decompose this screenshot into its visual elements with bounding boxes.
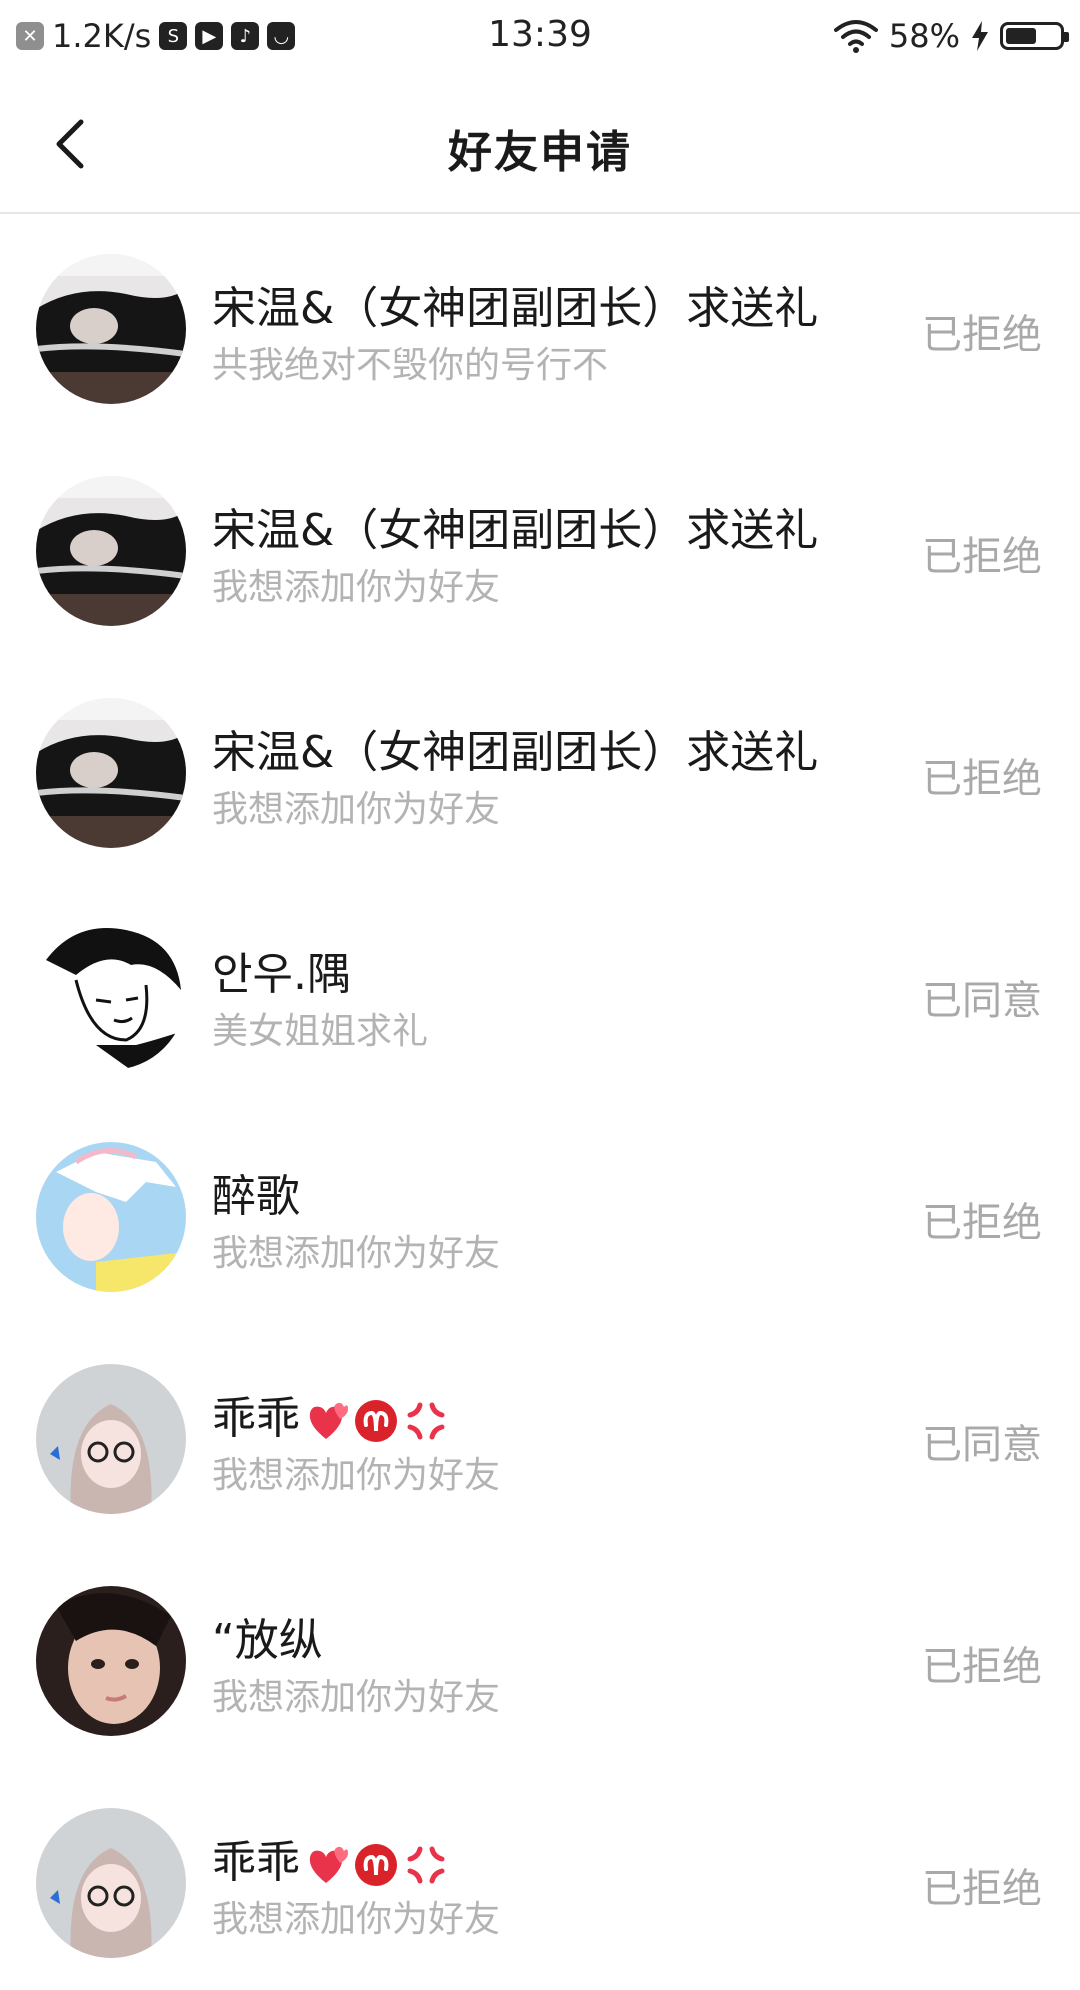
avatar[interactable]: [36, 698, 186, 848]
request-name-text: 乖乖: [212, 1393, 300, 1444]
request-status: 已拒绝: [922, 534, 1042, 580]
request-name: 안우.隅: [212, 949, 351, 1000]
avatar[interactable]: [36, 1142, 186, 1292]
avatar-image: [36, 698, 186, 848]
request-name: 乖乖: [212, 1382, 448, 1446]
request-status: 已拒绝: [922, 756, 1042, 802]
request-message: 共我绝对不毁你的号行不: [212, 345, 609, 386]
list-item[interactable]: 宋温&（女神团副团长）求送礼 共我绝对不毁你的号行不 已拒绝: [0, 214, 1080, 436]
request-name: 宋温&（女神团副团长）求送礼: [212, 283, 819, 334]
request-status: 已同意: [922, 1422, 1042, 1468]
avatar[interactable]: [36, 1808, 186, 1958]
request-message: 我想添加你为好友: [212, 1899, 501, 1940]
list-item[interactable]: 안우.隅 美女姐姐求礼 已同意: [0, 880, 1080, 1102]
name-emojis: [304, 1843, 448, 1887]
list-item[interactable]: 醉歌 我想添加你为好友 已拒绝: [0, 1102, 1080, 1324]
avatar[interactable]: [36, 476, 186, 626]
request-message: 美女姐姐求礼: [212, 1011, 429, 1052]
page-title: 好友申请: [448, 127, 632, 178]
avatar-image: [36, 1586, 186, 1736]
request-message: 我想添加你为好友: [212, 567, 501, 608]
request-message: 我想添加你为好友: [212, 789, 501, 830]
battery-level: [1006, 28, 1036, 44]
aries-icon: [355, 1844, 397, 1886]
battery-percent: 58%: [888, 17, 960, 55]
list-item[interactable]: 乖乖 我想添加你为好友 已拒绝: [0, 1768, 1080, 1990]
battery-icon: [1000, 22, 1069, 50]
request-status: 已同意: [922, 978, 1042, 1024]
request-name: 醉歌: [212, 1171, 300, 1222]
avatar[interactable]: [36, 254, 186, 404]
request-name: 宋温&（女神团副团长）求送礼: [212, 505, 819, 556]
status-bar: ✕ 1.2K/s S ▶ ♪ ◡ 13:39 58%: [0, 0, 1080, 72]
avatar-image: [36, 920, 186, 1070]
avatar-image: [36, 254, 186, 404]
request-message: 我想添加你为好友: [212, 1455, 501, 1496]
request-status: 已拒绝: [922, 1644, 1042, 1690]
list-item[interactable]: “放纵 我想添加你为好友 已拒绝: [0, 1546, 1080, 1768]
request-name: 乖乖: [212, 1826, 448, 1890]
request-status: 已拒绝: [922, 1866, 1042, 1912]
charging-icon: [972, 21, 988, 51]
two-hearts-icon: [309, 1402, 348, 1439]
request-name: “放纵: [212, 1615, 323, 1666]
avatar-image: [36, 1142, 186, 1292]
status-right: 58%: [833, 14, 1069, 58]
request-name: 宋温&（女神团副团长）求送礼: [212, 727, 819, 778]
request-message: 我想添加你为好友: [212, 1233, 501, 1274]
request-message: 我想添加你为好友: [212, 1677, 501, 1718]
avatar[interactable]: [36, 1364, 186, 1514]
avatar[interactable]: [36, 1586, 186, 1736]
request-name-text: 乖乖: [212, 1837, 300, 1888]
request-status: 已拒绝: [922, 1200, 1042, 1246]
avatar-image: [36, 1364, 186, 1514]
two-hearts-icon: [309, 1846, 348, 1883]
list-item[interactable]: 宋温&（女神团副团长）求送礼 我想添加你为好友 已拒绝: [0, 436, 1080, 658]
friend-request-list: 宋温&（女神团副团长）求送礼 共我绝对不毁你的号行不 已拒绝 宋温&（女神团副团…: [0, 214, 1080, 1990]
name-emojis: [304, 1399, 448, 1443]
nav-bar: 好友申请: [0, 72, 1080, 214]
request-status: 已拒绝: [922, 312, 1042, 358]
aries-icon: [355, 1400, 397, 1442]
list-item[interactable]: 乖乖 我想添加你为好友 已同意: [0, 1324, 1080, 1546]
wifi-icon: [833, 20, 878, 53]
avatar-image: [36, 1808, 186, 1958]
avatar[interactable]: [36, 920, 186, 1070]
anger-symbol-icon: [407, 1402, 445, 1440]
anger-symbol-icon: [407, 1846, 445, 1884]
avatar-image: [36, 476, 186, 626]
list-item[interactable]: 宋温&（女神团副团长）求送礼 我想添加你为好友 已拒绝: [0, 658, 1080, 880]
